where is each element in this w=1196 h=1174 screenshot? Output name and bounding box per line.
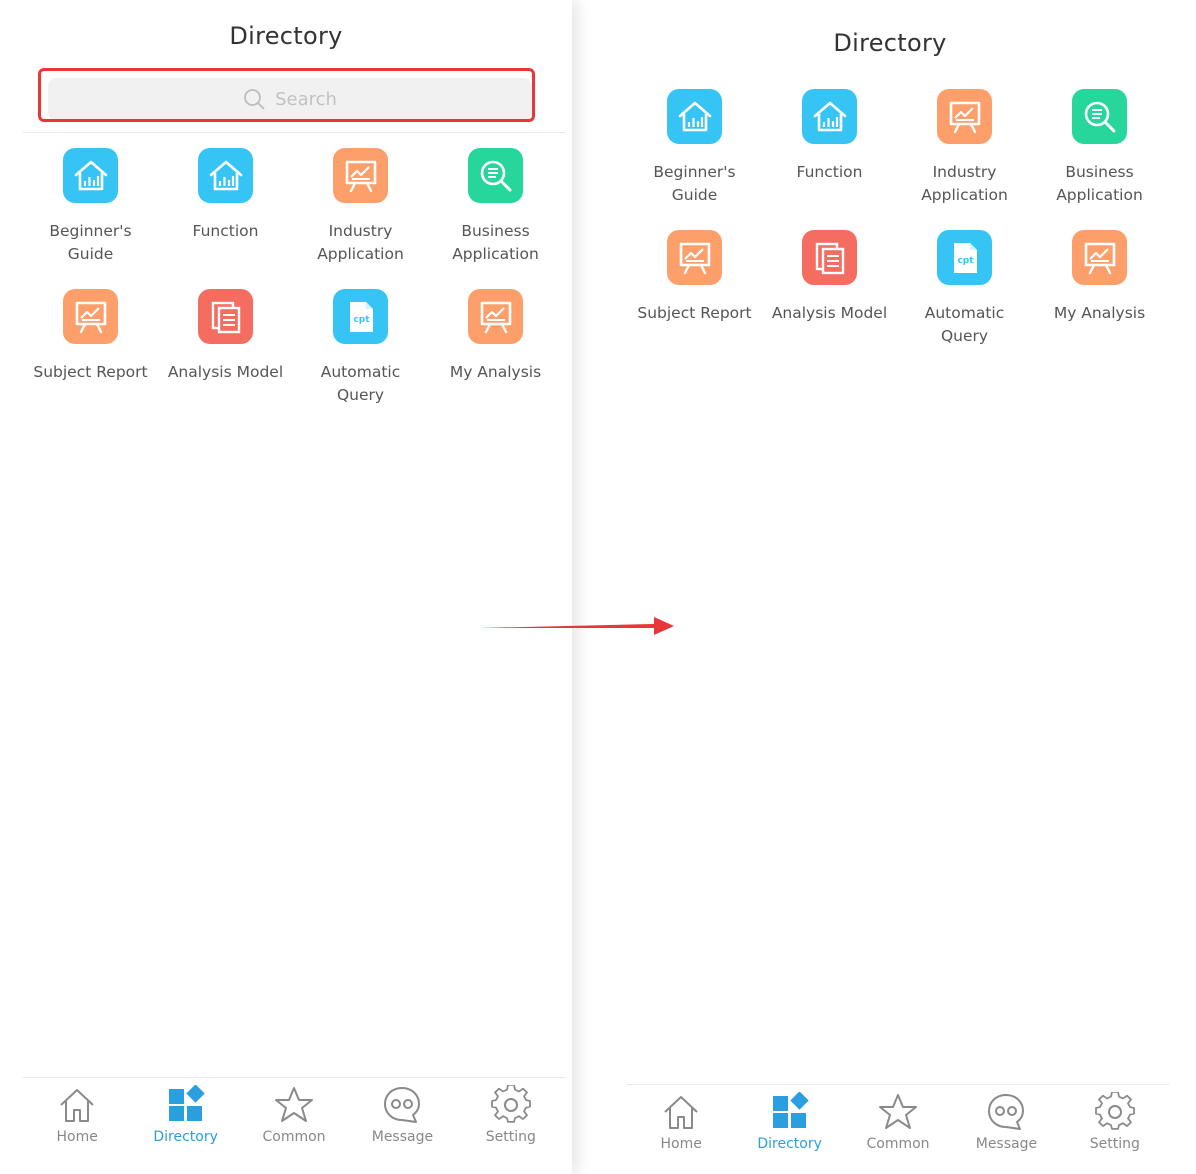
- house-chart-icon: [63, 148, 118, 203]
- directory-grid: Beginner's Guide Function Industry Applica…: [23, 148, 563, 430]
- svg-text:cpt: cpt: [353, 315, 370, 325]
- presentation-board-icon: [1072, 230, 1127, 285]
- tab-bar: Home Directory Common Message Setting: [627, 1090, 1169, 1170]
- gear-icon: [490, 1083, 531, 1127]
- left-screen: Directory Search Beginner's Guide Functio…: [0, 0, 572, 1174]
- grid-item-my-analysis[interactable]: My Analysis: [428, 289, 563, 430]
- tab-label: Message: [975, 1136, 1038, 1152]
- grid-item-label: Industry Application: [317, 222, 404, 263]
- cpt-file-icon: cpt: [937, 230, 992, 285]
- tabbar-divider: [627, 1084, 1169, 1085]
- svg-text:cpt: cpt: [957, 256, 974, 266]
- grid-item-label: Automatic Query: [924, 304, 1005, 345]
- page-title: Directory: [833, 29, 947, 57]
- grid-item-label: Business Application: [452, 222, 539, 263]
- message-icon: [382, 1083, 422, 1127]
- grid-item-label: Subject Report: [33, 363, 148, 381]
- grid-item-automatic-query[interactable]: cpt Automatic Query: [897, 230, 1032, 371]
- presentation-board-icon: [667, 230, 722, 285]
- grid-item-function[interactable]: Function: [762, 89, 897, 230]
- tab-label: Setting: [1089, 1136, 1140, 1152]
- house-chart-icon: [802, 89, 857, 144]
- home-icon: [661, 1090, 701, 1134]
- tab-home[interactable]: Home: [23, 1083, 131, 1163]
- tab-message[interactable]: Message: [952, 1090, 1060, 1170]
- message-icon: [986, 1090, 1026, 1134]
- tab-label: Message: [371, 1129, 434, 1145]
- presentation-board-icon: [333, 148, 388, 203]
- grid-item-label: Function: [192, 222, 259, 240]
- search-highlight-box: [38, 68, 535, 122]
- transition-arrow-icon: [478, 613, 678, 643]
- star-icon: [878, 1090, 918, 1134]
- magnifier-list-icon: [468, 148, 523, 203]
- tab-label: Home: [660, 1136, 702, 1152]
- presentation-board-icon: [63, 289, 118, 344]
- grid-item-analysis-model[interactable]: Analysis Model: [158, 289, 293, 430]
- grid-item-business-application[interactable]: Business Application: [428, 148, 563, 289]
- presentation-board-icon: [937, 89, 992, 144]
- directory-grid: Beginner's Guide Function Industry Applica…: [627, 89, 1167, 371]
- gear-icon: [1094, 1090, 1135, 1134]
- tab-label: Directory: [153, 1129, 218, 1145]
- directory-icon: [166, 1083, 206, 1127]
- grid-item-label: Automatic Query: [320, 363, 401, 404]
- tab-label: Common: [262, 1129, 326, 1145]
- tab-label: Home: [56, 1129, 98, 1145]
- house-chart-icon: [198, 148, 253, 203]
- tab-common[interactable]: Common: [844, 1090, 952, 1170]
- grid-item-industry-application[interactable]: Industry Application: [293, 148, 428, 289]
- tab-label: Setting: [485, 1129, 536, 1145]
- grid-item-subject-report[interactable]: Subject Report: [627, 230, 762, 371]
- right-screen: Directory Beginner's Guide Function Indust…: [604, 0, 1176, 1174]
- tab-setting[interactable]: Setting: [1061, 1090, 1169, 1170]
- grid-item-label: Analysis Model: [167, 363, 284, 381]
- grid-item-label: Business Application: [1056, 163, 1143, 204]
- tab-directory[interactable]: Directory: [735, 1090, 843, 1170]
- tabbar-divider: [23, 1077, 565, 1078]
- tab-label: Common: [866, 1136, 930, 1152]
- cpt-file-icon: cpt: [333, 289, 388, 344]
- grid-item-label: My Analysis: [449, 363, 542, 381]
- tab-label: Directory: [757, 1136, 822, 1152]
- tab-home[interactable]: Home: [627, 1090, 735, 1170]
- tab-message[interactable]: Message: [348, 1083, 456, 1163]
- presentation-board-icon: [468, 289, 523, 344]
- grid-item-subject-report[interactable]: Subject Report: [23, 289, 158, 430]
- star-icon: [274, 1083, 314, 1127]
- grid-item-label: Subject Report: [637, 304, 752, 322]
- directory-icon: [770, 1090, 810, 1134]
- grid-item-function[interactable]: Function: [158, 148, 293, 289]
- grid-item-analysis-model[interactable]: Analysis Model: [762, 230, 897, 371]
- grid-item-beginner-s-guide[interactable]: Beginner's Guide: [627, 89, 762, 230]
- grid-item-label: Function: [796, 163, 863, 181]
- grid-item-label: Beginner's Guide: [653, 163, 736, 204]
- tab-directory[interactable]: Directory: [131, 1083, 239, 1163]
- home-icon: [57, 1083, 97, 1127]
- magnifier-list-icon: [1072, 89, 1127, 144]
- documents-icon: [198, 289, 253, 344]
- grid-item-business-application[interactable]: Business Application: [1032, 89, 1167, 230]
- grid-item-label: Industry Application: [921, 163, 1008, 204]
- divider: [23, 132, 565, 133]
- grid-item-label: Beginner's Guide: [49, 222, 132, 263]
- grid-item-automatic-query[interactable]: cpt Automatic Query: [293, 289, 428, 430]
- grid-item-my-analysis[interactable]: My Analysis: [1032, 230, 1167, 371]
- grid-item-beginner-s-guide[interactable]: Beginner's Guide: [23, 148, 158, 289]
- house-chart-icon: [667, 89, 722, 144]
- tab-common[interactable]: Common: [240, 1083, 348, 1163]
- page-title: Directory: [229, 22, 343, 50]
- documents-icon: [802, 230, 857, 285]
- tab-setting[interactable]: Setting: [457, 1083, 565, 1163]
- tab-bar: Home Directory Common Message Setting: [23, 1083, 565, 1163]
- grid-item-label: Analysis Model: [771, 304, 888, 322]
- grid-item-label: My Analysis: [1053, 304, 1146, 322]
- grid-item-industry-application[interactable]: Industry Application: [897, 89, 1032, 230]
